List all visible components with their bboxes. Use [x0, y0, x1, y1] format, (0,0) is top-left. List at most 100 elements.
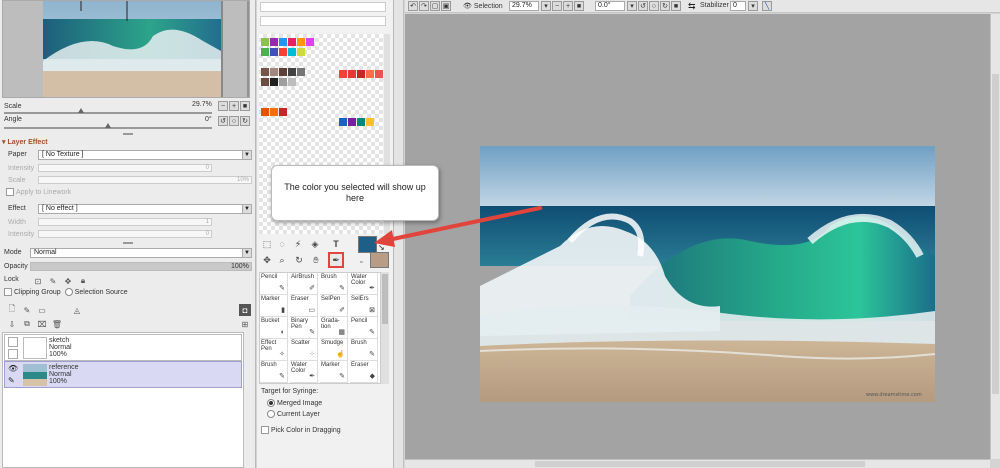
- color-swatch[interactable]: [339, 70, 347, 78]
- color-swatch[interactable]: [288, 38, 296, 46]
- lock-move-icon[interactable]: ✥: [62, 275, 74, 287]
- color-swatch[interactable]: [348, 70, 356, 78]
- new-folder-icon[interactable]: ▭: [36, 304, 48, 316]
- panel-splitter-2[interactable]: [123, 242, 133, 244]
- rotate-reset-button[interactable]: ○: [229, 116, 239, 126]
- selection-toggle[interactable]: 👁︎ Selection: [463, 2, 503, 11]
- tool-pencil[interactable]: Pencil ✎: [350, 317, 378, 339]
- merge-down-icon[interactable]: ⇩: [6, 318, 18, 330]
- color-swatch[interactable]: [288, 48, 296, 56]
- clipping-group-checkbox[interactable]: [4, 288, 12, 296]
- navigator-preview[interactable]: [2, 0, 250, 98]
- color-swatch[interactable]: [261, 68, 269, 76]
- hand-icon[interactable]: ✋︎: [310, 254, 322, 266]
- lock-transparency-icon[interactable]: ⊡: [32, 275, 44, 287]
- color-swatch[interactable]: [348, 118, 356, 126]
- tool-selpen[interactable]: SelPen ✐: [320, 295, 348, 317]
- scale-slider-handle[interactable]: [78, 108, 84, 113]
- color-swatch[interactable]: [279, 38, 287, 46]
- color-swatch[interactable]: [270, 108, 278, 116]
- zoom-reset-button[interactable]: ■: [240, 101, 250, 111]
- zoom-reset-button[interactable]: ■: [574, 1, 584, 11]
- color-swatch[interactable]: [339, 118, 347, 126]
- color-swatch[interactable]: [270, 68, 278, 76]
- tool-effect-pen[interactable]: Effect Pen ✧: [260, 339, 288, 361]
- stabilizer-dropdown-icon[interactable]: ▾: [748, 1, 758, 11]
- tool-bucket[interactable]: Bucket ◐: [260, 317, 288, 339]
- invert-selection-icon[interactable]: ▣: [441, 1, 451, 11]
- rotate-view-icon[interactable]: ↻: [293, 254, 305, 266]
- color-swatch[interactable]: [297, 68, 305, 76]
- color-swatch[interactable]: [261, 38, 269, 46]
- new-layer-icon[interactable]: 🗋︎: [6, 304, 18, 316]
- color-swatch[interactable]: [288, 68, 296, 76]
- tool-scrollbar-thumb[interactable]: [382, 274, 388, 324]
- rotate-cw-button[interactable]: ↻: [660, 1, 670, 11]
- eye-icon[interactable]: 👁︎: [8, 364, 18, 374]
- layer-lock-toggle[interactable]: [8, 349, 18, 359]
- layer-effect-header[interactable]: ▾ Layer Effect: [2, 138, 48, 146]
- apply-linework-row[interactable]: Apply to Linework: [6, 188, 71, 196]
- new-vector-layer-icon[interactable]: ✎: [21, 304, 33, 316]
- pen-icon[interactable]: ✎: [8, 376, 18, 386]
- zoom-in-button[interactable]: +: [229, 101, 239, 111]
- text-tool-icon[interactable]: T: [330, 238, 342, 250]
- paper-scale-field[interactable]: 10%: [38, 176, 252, 184]
- duplicate-layer-icon[interactable]: ⧉: [21, 318, 33, 330]
- angle-slider-handle[interactable]: [105, 123, 111, 128]
- redo-icon[interactable]: ↷: [419, 1, 429, 11]
- color-swatch[interactable]: [279, 68, 287, 76]
- panel-splitter[interactable]: [123, 133, 133, 135]
- tool-airbrush[interactable]: AirBrush ✐: [290, 273, 318, 295]
- tool-scatter[interactable]: Scatter ⁘: [290, 339, 318, 361]
- current-layer-option[interactable]: Current Layer: [267, 410, 320, 418]
- clear-layer-icon[interactable]: ⌧: [36, 318, 48, 330]
- fill-layer-icon[interactable]: ◬: [71, 304, 83, 316]
- color-bar-2[interactable]: [260, 16, 386, 26]
- layer-item-sketch[interactable]: sketch Normal 100%: [4, 334, 242, 361]
- horizontal-scroll-thumb[interactable]: [535, 461, 865, 467]
- visibility-toggle[interactable]: [8, 337, 18, 347]
- tool-smudge[interactable]: Smudge ☝: [320, 339, 348, 361]
- fill-bucket-icon[interactable]: ◈: [309, 238, 321, 250]
- trash-icon[interactable]: 🗑︎: [51, 318, 63, 330]
- rotate-ccw-button[interactable]: ↺: [638, 1, 648, 11]
- stabilizer-field[interactable]: 0: [730, 1, 746, 11]
- color-swatch[interactable]: [261, 78, 269, 86]
- select-rect-icon[interactable]: ⬚: [261, 238, 273, 250]
- canvas-horizontal-scrollbar[interactable]: [405, 459, 990, 468]
- layer-item-reference[interactable]: 👁︎ ✎ reference Normal 100%: [4, 361, 242, 388]
- opacity-slider[interactable]: [30, 262, 252, 271]
- flip-icon[interactable]: ■: [671, 1, 681, 11]
- blend-mode-dropdown[interactable]: Normal ▼: [30, 248, 252, 258]
- color-swatch[interactable]: [366, 70, 374, 78]
- color-swatch[interactable]: [270, 48, 278, 56]
- color-swatch[interactable]: [279, 78, 287, 86]
- merged-image-option[interactable]: Merged Image: [267, 399, 322, 407]
- flip-horizontal-icon[interactable]: ⇆: [688, 1, 696, 12]
- rotate-reset-button[interactable]: ○: [649, 1, 659, 11]
- tool-water-color[interactable]: Water Color ✒: [350, 273, 378, 295]
- zoom-out-button[interactable]: −: [552, 1, 562, 11]
- apply-linework-checkbox[interactable]: [6, 188, 14, 196]
- pick-color-dragging-checkbox[interactable]: [261, 426, 269, 434]
- color-swatch[interactable]: [288, 78, 296, 86]
- width-field[interactable]: 1: [38, 218, 212, 226]
- deselect-icon[interactable]: ▢: [430, 1, 440, 11]
- layer-panel-menu-icon[interactable]: ◘: [239, 304, 251, 316]
- tool-marker[interactable]: Marker ✎: [320, 361, 348, 383]
- canvas-vertical-scrollbar[interactable]: [990, 14, 1000, 459]
- tool-binary-pen[interactable]: Binary Pen ✎: [290, 317, 318, 339]
- line-tool-icon[interactable]: ╲: [762, 1, 772, 11]
- color-swatch[interactable]: [357, 70, 365, 78]
- intensity-field[interactable]: 0: [38, 164, 212, 172]
- color-swatch[interactable]: [366, 118, 374, 126]
- intensity2-field[interactable]: 0: [38, 230, 212, 238]
- canvas-image[interactable]: www.dreamstime.com: [480, 146, 935, 402]
- color-bar-1[interactable]: [260, 2, 386, 12]
- tool-pencil[interactable]: Pencil ✎: [260, 273, 288, 295]
- rotate-ccw-button[interactable]: ↺: [218, 116, 228, 126]
- color-swatch[interactable]: [297, 38, 305, 46]
- color-swatch[interactable]: [279, 108, 287, 116]
- color-swatch[interactable]: [261, 48, 269, 56]
